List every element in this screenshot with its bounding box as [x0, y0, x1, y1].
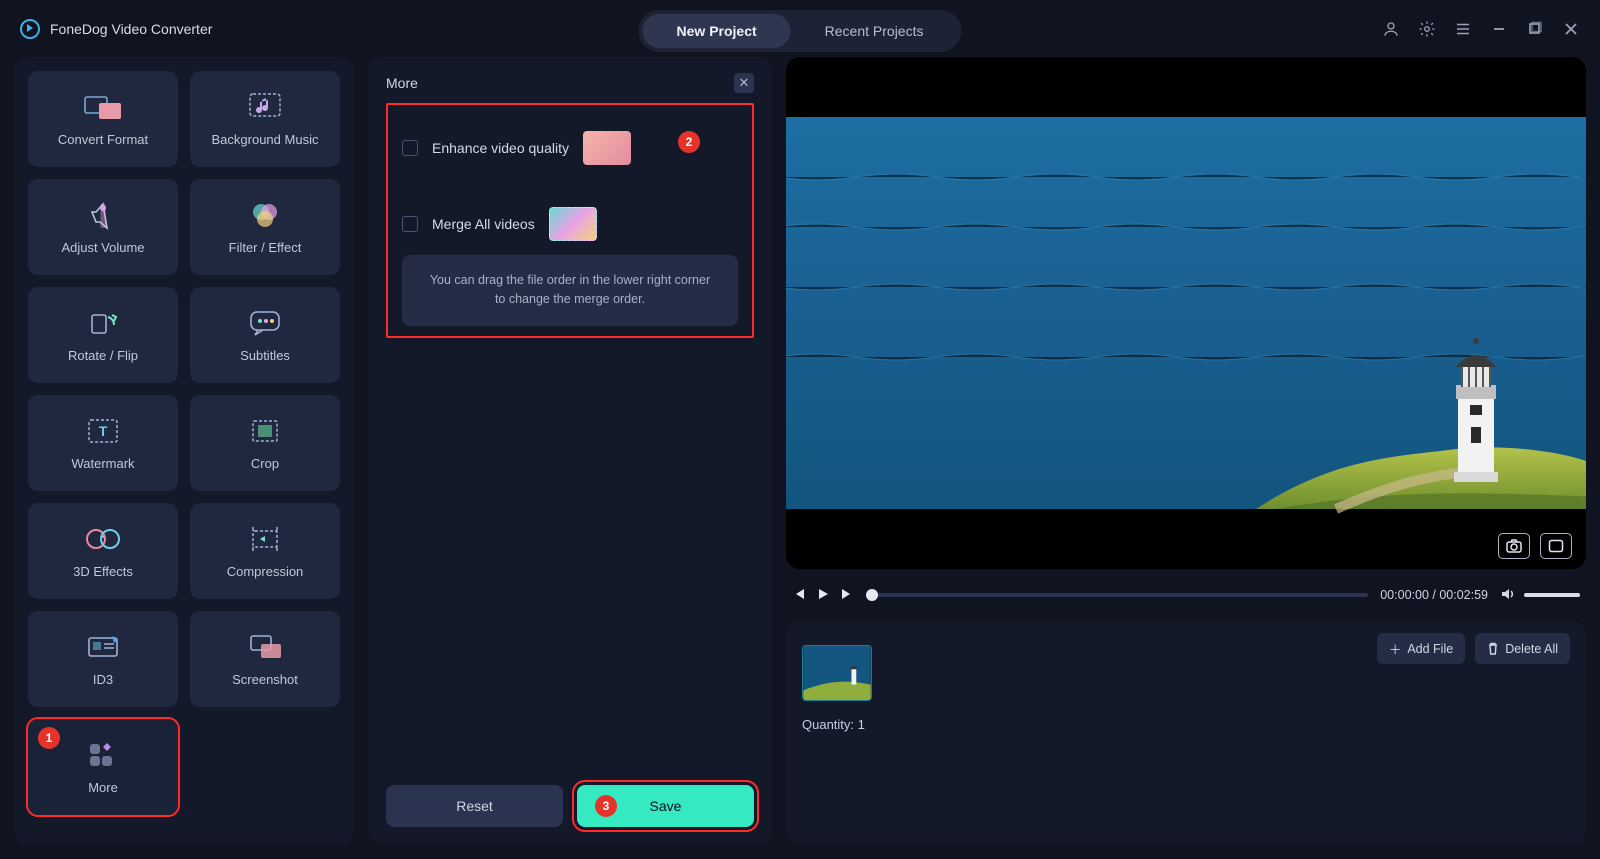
tile-label: Convert Format: [58, 132, 148, 147]
filter-icon: [246, 200, 284, 230]
snapshot-button[interactable]: [1498, 533, 1530, 559]
volume-icon: [84, 200, 122, 230]
tile-compression[interactable]: Compression: [190, 503, 340, 599]
app-logo: FoneDog Video Converter: [20, 19, 212, 39]
tile-label: Adjust Volume: [61, 240, 144, 255]
settings-icon[interactable]: [1418, 20, 1436, 38]
menu-icon[interactable]: [1454, 20, 1472, 38]
add-file-button[interactable]: ＋Add File: [1377, 633, 1465, 664]
crop-icon: [246, 416, 284, 446]
volume-slider[interactable]: [1524, 593, 1580, 597]
more-panel-title: More: [386, 75, 418, 91]
window-controls: [1382, 20, 1580, 38]
callout-3-badge: 3: [595, 795, 617, 817]
svg-text:T: T: [99, 423, 108, 439]
tile-convert-format[interactable]: Convert Format: [28, 71, 178, 167]
compression-icon: [246, 524, 284, 554]
volume-icon[interactable]: [1500, 587, 1516, 604]
time-display: 00:00:00 / 00:02:59: [1380, 588, 1488, 602]
tile-label: ID3: [93, 672, 113, 687]
file-thumbnail-1[interactable]: [802, 645, 872, 701]
account-icon[interactable]: [1382, 20, 1400, 38]
quantity-label: Quantity: 1: [802, 717, 1570, 732]
tile-background-music[interactable]: Background Music: [190, 71, 340, 167]
tile-label: Compression: [227, 564, 304, 579]
tool-sidebar: Convert Format Background Music Adjust V…: [14, 57, 354, 845]
callout-1-badge: 1: [38, 727, 60, 749]
save-button-label: Save: [650, 798, 682, 814]
tile-label: Background Music: [212, 132, 319, 147]
music-icon: [246, 92, 284, 122]
close-button[interactable]: [1562, 20, 1580, 38]
save-button[interactable]: 3 Save: [577, 785, 754, 827]
player-bar: 00:00:00 / 00:02:59: [786, 579, 1586, 611]
tile-label: 3D Effects: [73, 564, 133, 579]
minimize-button[interactable]: [1490, 20, 1508, 38]
video-preview: [786, 57, 1586, 569]
subtitles-icon: [246, 308, 284, 338]
tile-watermark[interactable]: T Watermark: [28, 395, 178, 491]
convert-format-icon: [84, 92, 122, 122]
app-title: FoneDog Video Converter: [50, 21, 212, 37]
tile-label: More: [88, 780, 118, 795]
enhance-thumb-icon: [583, 131, 631, 165]
tile-label: Subtitles: [240, 348, 290, 363]
tab-new-project[interactable]: New Project: [643, 14, 791, 48]
preview-scene: [786, 57, 1586, 569]
seek-bar[interactable]: [866, 593, 1368, 597]
tile-id3[interactable]: ID3: [28, 611, 178, 707]
tile-label: Watermark: [71, 456, 134, 471]
next-button[interactable]: [840, 587, 854, 604]
id3-icon: [84, 632, 122, 662]
tile-crop[interactable]: Crop: [190, 395, 340, 491]
tile-filter-effect[interactable]: Filter / Effect: [190, 179, 340, 275]
project-tabs: New Project Recent Projects: [639, 10, 962, 52]
delete-all-button[interactable]: Delete All: [1475, 633, 1570, 664]
screenshot-icon: [246, 632, 284, 662]
merge-thumb-icon: [549, 207, 597, 241]
reset-button[interactable]: Reset: [386, 785, 563, 827]
tile-rotate-flip[interactable]: Rotate / Flip: [28, 287, 178, 383]
enhance-checkbox[interactable]: [402, 140, 418, 156]
title-bar: FoneDog Video Converter New Project Rece…: [0, 0, 1600, 57]
maximize-button[interactable]: [1526, 20, 1544, 38]
tile-screenshot[interactable]: Screenshot: [190, 611, 340, 707]
prev-button[interactable]: [792, 587, 806, 604]
play-button[interactable]: [816, 587, 830, 604]
tile-3d-effects[interactable]: 3D Effects: [28, 503, 178, 599]
enhance-label: Enhance video quality: [432, 140, 569, 156]
logo-icon: [20, 19, 40, 39]
tile-label: Crop: [251, 456, 279, 471]
callout-2-badge: 2: [678, 131, 700, 153]
watermark-icon: T: [84, 416, 122, 446]
more-panel-close-button[interactable]: ✕: [734, 73, 754, 93]
options-highlight-box: 2 Enhance video quality Merge All videos…: [386, 103, 754, 338]
file-list-panel: ＋Add File Delete All Quantity: 1: [786, 621, 1586, 845]
fullscreen-button[interactable]: [1540, 533, 1572, 559]
tab-recent-projects[interactable]: Recent Projects: [791, 14, 958, 48]
option-merge-all[interactable]: Merge All videos: [402, 195, 738, 255]
tile-adjust-volume[interactable]: Adjust Volume: [28, 179, 178, 275]
merge-checkbox[interactable]: [402, 216, 418, 232]
tile-subtitles[interactable]: Subtitles: [190, 287, 340, 383]
3d-icon: [84, 524, 122, 554]
more-icon: [84, 740, 122, 770]
rotate-icon: [84, 308, 122, 338]
merge-label: Merge All videos: [432, 216, 535, 232]
tile-label: Filter / Effect: [229, 240, 302, 255]
tile-label: Rotate / Flip: [68, 348, 138, 363]
tile-more[interactable]: 1 More: [28, 719, 178, 815]
tile-label: Screenshot: [232, 672, 298, 687]
more-panel: More ✕ 2 Enhance video quality Merge All…: [368, 57, 772, 845]
right-pane: 00:00:00 / 00:02:59 ＋Add File Delete All…: [786, 57, 1586, 845]
merge-hint: You can drag the file order in the lower…: [402, 255, 738, 326]
